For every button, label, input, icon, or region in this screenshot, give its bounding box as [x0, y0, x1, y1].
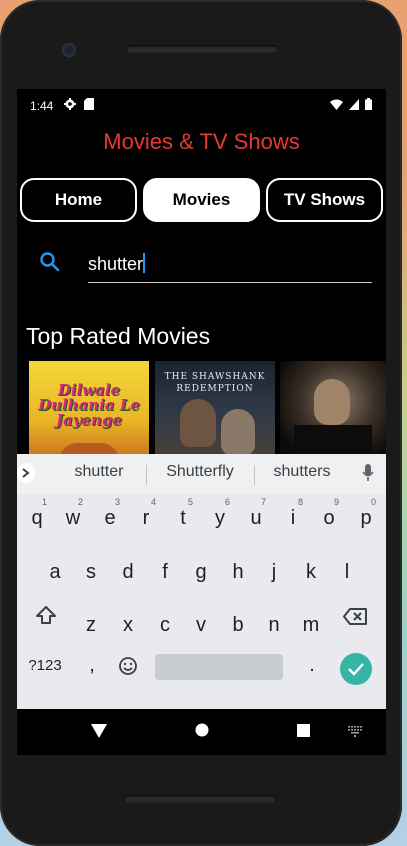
key-n[interactable]: n: [259, 614, 289, 637]
suggestion-bar: shutter Shutterfly shutters: [17, 454, 386, 494]
poster-face: [314, 379, 350, 425]
key-t[interactable]: t: [168, 507, 198, 530]
space-bar[interactable]: [155, 654, 283, 680]
symbols-key[interactable]: ?123: [25, 657, 65, 674]
key-b[interactable]: b: [223, 614, 253, 637]
movie-poster-dilwale[interactable]: Dilwale Dulhania Le Jayenge: [29, 361, 149, 461]
key-h[interactable]: h: [223, 561, 253, 584]
key-k[interactable]: k: [296, 561, 326, 584]
soft-keyboard: shutter Shutterfly shutters q1w2 e3r4 t5 y6…: [17, 454, 386, 709]
suggestion-divider: [146, 465, 147, 485]
key-i[interactable]: i: [278, 507, 308, 530]
key-hint: 9: [334, 497, 340, 507]
poster-face: [180, 399, 216, 447]
tab-movies[interactable]: Movies: [143, 178, 260, 222]
key-v[interactable]: v: [186, 614, 216, 637]
key-u[interactable]: u: [241, 507, 271, 530]
section-title: Top Rated Movies: [26, 323, 211, 349]
key-p[interactable]: p: [351, 507, 381, 530]
key-l[interactable]: l: [332, 561, 362, 584]
text-cursor: [143, 253, 146, 273]
key-x[interactable]: x: [113, 614, 143, 637]
key-g[interactable]: g: [186, 561, 216, 584]
key-hint: 1: [42, 497, 48, 507]
search-input-value: shutter: [88, 254, 144, 274]
key-d[interactable]: d: [113, 561, 143, 584]
backspace-icon[interactable]: [343, 608, 367, 625]
front-camera: [62, 43, 76, 57]
poster-title-text: Dilwale Dulhania Le Jayenge: [38, 381, 140, 429]
suggestion-3[interactable]: shutters: [267, 463, 337, 481]
key-e[interactable]: e: [95, 507, 125, 530]
key-z[interactable]: z: [76, 614, 106, 637]
suggestion-2[interactable]: Shutterfly: [157, 463, 243, 481]
search-icon[interactable]: [39, 251, 61, 273]
comma-key[interactable]: ,: [77, 654, 107, 677]
wifi-icon: [330, 99, 343, 110]
suggestion-divider: [254, 465, 255, 485]
tab-bar: Home Movies TV Shows: [20, 178, 383, 226]
bottom-speaker: [124, 795, 276, 803]
poster-title-text: THE SHAWSHANK REDEMPTION: [164, 372, 266, 394]
key-hint: 2: [78, 497, 84, 507]
phone-frame: 1:44 Movies & TV Shows Home Movies TV Sh…: [0, 0, 402, 846]
battery-icon: [365, 98, 372, 110]
suggestion-1[interactable]: shutter: [67, 463, 131, 481]
movie-poster-shawshank[interactable]: THE SHAWSHANK REDEMPTION: [155, 361, 275, 461]
key-hint: 3: [115, 497, 121, 507]
check-icon: [348, 663, 364, 676]
key-hint: 6: [225, 497, 231, 507]
key-w[interactable]: w: [58, 507, 88, 530]
key-m[interactable]: m: [296, 614, 326, 637]
period-key[interactable]: .: [297, 654, 327, 677]
tab-tv-shows[interactable]: TV Shows: [266, 178, 383, 222]
key-hint: 5: [188, 497, 194, 507]
key-y[interactable]: y: [205, 507, 235, 530]
key-hint: 0: [371, 497, 377, 507]
microphone-icon[interactable]: [362, 464, 374, 482]
key-f[interactable]: f: [150, 561, 180, 584]
search-input[interactable]: shutter: [88, 249, 372, 283]
app-title: Movies & TV Shows: [103, 129, 300, 154]
tab-home[interactable]: Home: [20, 178, 137, 222]
key-c[interactable]: c: [150, 614, 180, 637]
screen: 1:44 Movies & TV Shows Home Movies TV Sh…: [17, 89, 386, 709]
poster-face: [221, 409, 255, 455]
movie-poster-godfather[interactable]: [280, 361, 386, 461]
shift-icon[interactable]: [35, 605, 57, 625]
recents-icon[interactable]: [297, 724, 310, 737]
emoji-icon[interactable]: [118, 656, 138, 676]
home-icon[interactable]: [195, 723, 209, 737]
key-j[interactable]: j: [259, 561, 289, 584]
navigation-bar: [17, 709, 386, 755]
sd-card-icon: [84, 98, 94, 110]
settings-icon: [64, 98, 76, 110]
status-time: 1:44: [30, 99, 54, 113]
keyboard-hide-icon[interactable]: [348, 726, 362, 737]
status-bar: 1:44: [17, 89, 386, 123]
key-s[interactable]: s: [76, 561, 106, 584]
key-hint: 7: [261, 497, 267, 507]
key-hint: 8: [298, 497, 304, 507]
key-q[interactable]: q: [22, 507, 52, 530]
key-a[interactable]: a: [40, 561, 70, 584]
chevron-right-icon[interactable]: [17, 463, 35, 483]
back-icon[interactable]: [91, 724, 107, 738]
key-r[interactable]: r: [131, 507, 161, 530]
signal-icon: [349, 98, 359, 110]
key-o[interactable]: o: [314, 507, 344, 530]
key-hint: 4: [151, 497, 157, 507]
enter-button[interactable]: [340, 653, 372, 685]
top-speaker: [126, 45, 278, 53]
